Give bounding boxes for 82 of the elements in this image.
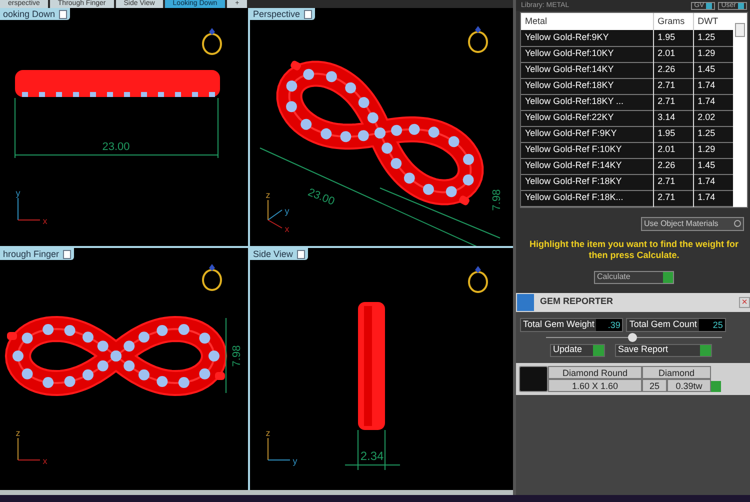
table-cell: 2.01	[653, 142, 694, 158]
ring-icon	[468, 26, 488, 53]
dropdown-icon	[296, 250, 305, 258]
close-button[interactable]: ×	[739, 296, 750, 308]
calculate-button[interactable]: Calculate	[594, 270, 674, 284]
table-cell: 2.71	[653, 174, 694, 190]
table-cell: Yellow Gold-Ref:14KY	[521, 62, 654, 78]
column-header[interactable]: Metal	[521, 13, 654, 30]
save-report-button[interactable]: Save Report	[615, 344, 712, 356]
dropdown-icon	[59, 10, 68, 18]
axis-label: x	[42, 456, 48, 466]
slider-handle[interactable]	[628, 332, 637, 342]
column-header[interactable]: DWT	[693, 13, 734, 30]
table-cell: 2.26	[653, 62, 694, 78]
dropdown-icon	[63, 250, 72, 258]
viewport[interactable]: ooking Down 23.00 y x	[0, 8, 248, 246]
axis-label: z	[16, 428, 20, 438]
viewport[interactable]: Perspective 23.00 7.98 z y x	[250, 8, 513, 246]
table-cell: Yellow Gold-Ref:22KY	[521, 110, 654, 126]
axis-indicator-icon	[268, 438, 290, 460]
axis-label: y	[284, 206, 290, 216]
table-cell: 3.14	[653, 110, 694, 126]
axis-label: y	[292, 456, 298, 466]
play-icon[interactable]	[711, 380, 721, 392]
ring-icon	[202, 28, 222, 55]
toggle-indicator-icon	[738, 2, 744, 8]
table-cell: Yellow Gold-Ref F:10KY	[521, 142, 654, 158]
scroll-thumb[interactable]	[735, 23, 746, 37]
table-cell: Yellow Gold-Ref F:9KY	[521, 126, 654, 142]
panel-title: GEM REPORTER	[540, 295, 614, 308]
dropdown-icon	[304, 10, 312, 18]
table-cell: Yellow Gold-Ref:18KY	[521, 78, 654, 94]
viewport-menu[interactable]: Side View	[250, 248, 308, 260]
gem-weight: 0.39tw	[667, 378, 711, 392]
dimension-value: 23.00	[306, 186, 336, 208]
play-icon	[593, 344, 604, 356]
table-cell: Yellow Gold-Ref:10KY	[521, 46, 654, 62]
table-cell: 2.71	[653, 190, 694, 206]
table-cell: Yellow Gold-Ref F:18K...	[521, 190, 654, 206]
gem-count: 25	[642, 378, 667, 392]
viewport-menu[interactable]: Perspective	[250, 8, 316, 20]
gem-type: Diamond	[642, 366, 711, 378]
dimension-value: 23.00	[102, 141, 130, 153]
viewport[interactable]: hrough Finger 7.98 z x	[0, 248, 248, 490]
viewport[interactable]: Side View 2.34 z y	[250, 248, 513, 490]
toggle-indicator-icon	[706, 2, 712, 8]
table-cell: 2.01	[653, 46, 694, 62]
table-cell: Yellow Gold-Ref F:14KY	[521, 158, 654, 174]
table-cell: 2.71	[653, 78, 694, 94]
gem-reporter-icon	[517, 294, 534, 310]
scrollbar[interactable]	[733, 13, 747, 206]
update-button[interactable]: Update	[550, 344, 605, 356]
table-cell: 2.26	[653, 158, 694, 174]
instruction-text: Highlight the item you want to find the weight for then press Calculate.	[528, 238, 740, 260]
axis-indicator-icon	[18, 198, 40, 220]
dimension-value: 2.34	[360, 449, 384, 463]
dimension-value: 7.98	[231, 345, 243, 367]
gem-thumbnail	[519, 366, 548, 392]
dimension-value: 7.98	[491, 189, 503, 211]
viewport-menu[interactable]: hrough Finger	[0, 248, 74, 260]
table-cell: Yellow Gold-Ref:9KY	[521, 30, 654, 46]
table-cell: 1.95	[653, 30, 694, 46]
axis-indicator-icon	[18, 438, 40, 460]
axis-label: x	[42, 216, 48, 226]
play-icon	[663, 272, 673, 282]
axis-label: z	[266, 428, 270, 438]
table-cell: 2.71	[653, 94, 694, 110]
gem-name: Diamond Round	[548, 366, 642, 378]
axis-label: y	[16, 188, 20, 198]
axis-label: x	[284, 224, 290, 234]
table-cell: 1.95	[653, 126, 694, 142]
gem-size: 1.60 X 1.60	[548, 378, 642, 392]
materials-toggle[interactable]: Use Object Materials	[641, 216, 744, 230]
axis-indicator-icon	[268, 200, 282, 228]
column-header[interactable]: Grams	[653, 13, 694, 30]
ring-icon	[202, 264, 222, 291]
table-cell: Yellow Gold-Ref:18KY ...	[521, 94, 654, 110]
play-icon	[700, 344, 711, 356]
table-cell: Yellow Gold-Ref F:18KY	[521, 174, 654, 190]
axis-label: z	[266, 190, 270, 200]
viewport-menu[interactable]: ooking Down	[0, 8, 70, 20]
ring-icon	[468, 266, 488, 293]
